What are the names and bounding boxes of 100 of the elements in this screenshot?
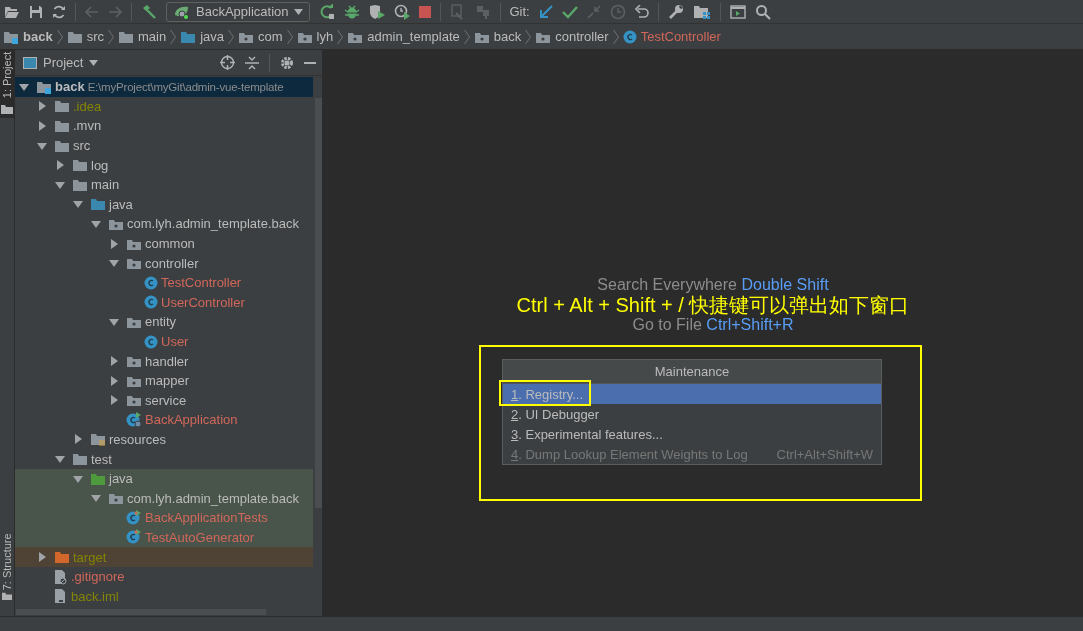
collapsed-arrow-icon[interactable] xyxy=(37,101,47,112)
caret-icon xyxy=(89,59,99,66)
test-class-icon xyxy=(126,509,142,526)
tool-window-tab[interactable]: 7: Structure xyxy=(0,536,14,616)
expanded-arrow-icon[interactable] xyxy=(109,258,119,269)
folder-icon xyxy=(54,138,70,153)
breadcrumb-item[interactable]: admin_template xyxy=(347,29,460,44)
chevron-icon xyxy=(228,28,235,45)
tree-item-label: UserController xyxy=(161,294,245,310)
menu-item[interactable]: 2. UI Debugger xyxy=(503,404,881,424)
checkmark-icon[interactable] xyxy=(561,4,578,19)
search-icon[interactable] xyxy=(754,3,771,20)
tree-item-label: handler xyxy=(145,353,189,369)
collapsed-arrow-icon[interactable] xyxy=(109,395,119,406)
update-arrow-icon[interactable] xyxy=(538,4,553,19)
collapsed-arrow-icon[interactable] xyxy=(73,434,83,445)
expanded-arrow-icon[interactable] xyxy=(55,454,65,465)
tree-item-label: entity xyxy=(145,314,177,330)
shield-run-icon[interactable] xyxy=(368,3,385,20)
module-folder-icon xyxy=(3,29,19,44)
tree-item-label: src xyxy=(73,138,91,154)
terminal-window-icon[interactable] xyxy=(729,4,746,19)
crosshair-icon[interactable] xyxy=(220,55,235,70)
tree-item-label: back xyxy=(55,79,85,95)
breadcrumb-item[interactable]: lyh xyxy=(296,29,334,44)
expanded-arrow-icon[interactable] xyxy=(73,199,83,210)
collapse-all-icon[interactable] xyxy=(245,55,259,70)
expanded-arrow-icon[interactable] xyxy=(73,473,83,484)
breadcrumb-item[interactable]: back xyxy=(473,29,522,44)
folder-icon xyxy=(66,29,83,44)
folder-icon xyxy=(54,119,70,133)
rerun-icon[interactable] xyxy=(318,3,335,20)
tool-window-tab[interactable]: 1: Project xyxy=(0,50,14,118)
ignore-file-icon xyxy=(54,568,68,585)
tree-item-label: BackApplicationTests xyxy=(145,510,268,526)
collapsed-arrow-icon[interactable] xyxy=(55,160,65,171)
folder-icon xyxy=(90,197,106,212)
resources-folder-icon xyxy=(90,432,106,447)
folder-icon xyxy=(90,471,106,486)
run-configuration-dropdown[interactable]: BackApplication xyxy=(166,1,310,22)
breadcrumb-item[interactable]: com xyxy=(238,29,283,44)
open-folder-icon[interactable] xyxy=(4,4,20,19)
expanded-arrow-icon[interactable] xyxy=(55,179,65,190)
project-view-dropdown[interactable]: Project xyxy=(23,55,99,70)
project-path: E:\myProject\myGit\admin-vue-template xyxy=(87,80,284,93)
expanded-arrow-icon[interactable] xyxy=(19,81,29,92)
tree-item-label: controller xyxy=(145,255,199,271)
collapsed-arrow-icon[interactable] xyxy=(37,121,47,131)
module-folder-icon xyxy=(36,79,52,94)
chevron-icon xyxy=(525,28,532,45)
settings-icon[interactable] xyxy=(280,55,294,70)
editor-hint: Go to File Ctrl+Shift+R xyxy=(632,315,794,335)
breadcrumb-item[interactable]: src xyxy=(66,29,104,44)
tree-row[interactable]: back E:\myProject\myGit\admin-vue-template xyxy=(15,77,313,97)
tree-item-label: User xyxy=(161,334,189,349)
folder-icon xyxy=(72,177,88,192)
chevron-icon xyxy=(337,28,344,45)
wrench-icon[interactable] xyxy=(667,3,684,20)
chevron-icon xyxy=(463,28,470,45)
clock-run-icon[interactable] xyxy=(393,3,410,20)
collapsed-arrow-icon[interactable] xyxy=(109,375,119,386)
tree-row[interactable]: com.lyh.admin_template.back xyxy=(15,488,313,509)
test-class-icon xyxy=(126,529,142,546)
tree-item-label: com.lyh.admin_template.back xyxy=(127,490,299,506)
chevron-icon xyxy=(286,28,293,45)
caret-icon xyxy=(293,8,303,15)
breadcrumb-item[interactable]: TestController xyxy=(622,29,721,44)
scrollbar-thumb[interactable] xyxy=(16,609,266,615)
scrollbar-thumb[interactable] xyxy=(315,98,322,508)
collapsed-arrow-icon[interactable] xyxy=(109,356,119,367)
project-structure-icon[interactable] xyxy=(692,3,711,20)
breadcrumb-item[interactable]: back xyxy=(3,29,53,44)
expanded-arrow-icon[interactable] xyxy=(91,218,101,229)
breadcrumb-item[interactable]: controller xyxy=(535,29,609,44)
expanded-arrow-icon[interactable] xyxy=(37,140,47,151)
sync-icon[interactable] xyxy=(52,4,66,19)
breadcrumb-item[interactable]: main xyxy=(118,29,167,44)
undo-icon[interactable] xyxy=(634,4,649,19)
collapsed-arrow-icon[interactable] xyxy=(37,552,47,563)
folder-icon xyxy=(54,99,70,114)
tree-item-label: java xyxy=(109,196,133,212)
hammer-icon[interactable] xyxy=(141,3,157,20)
bug-icon[interactable] xyxy=(343,3,360,20)
menu-item[interactable]: 3. Experimental features... xyxy=(503,424,881,444)
expanded-arrow-icon[interactable] xyxy=(91,493,101,504)
tree-item-label: .gitignore xyxy=(71,569,125,585)
folder-icon xyxy=(118,29,134,44)
collapsed-arrow-icon[interactable] xyxy=(109,238,119,249)
tree-item-label: BackApplication xyxy=(145,412,238,428)
expanded-arrow-icon[interactable] xyxy=(109,316,119,327)
tree-row[interactable]: java xyxy=(15,468,313,489)
stop-icon[interactable] xyxy=(418,5,431,18)
save-icon[interactable] xyxy=(29,4,43,19)
breadcrumb-item[interactable]: java xyxy=(180,29,225,44)
folder-icon xyxy=(1,591,13,600)
tree-item-label: TestAutoGenerator xyxy=(145,529,255,545)
window-icon xyxy=(23,56,37,69)
chevron-icon xyxy=(612,28,619,45)
file-icon xyxy=(54,588,68,605)
git-label: Git: xyxy=(509,4,530,19)
